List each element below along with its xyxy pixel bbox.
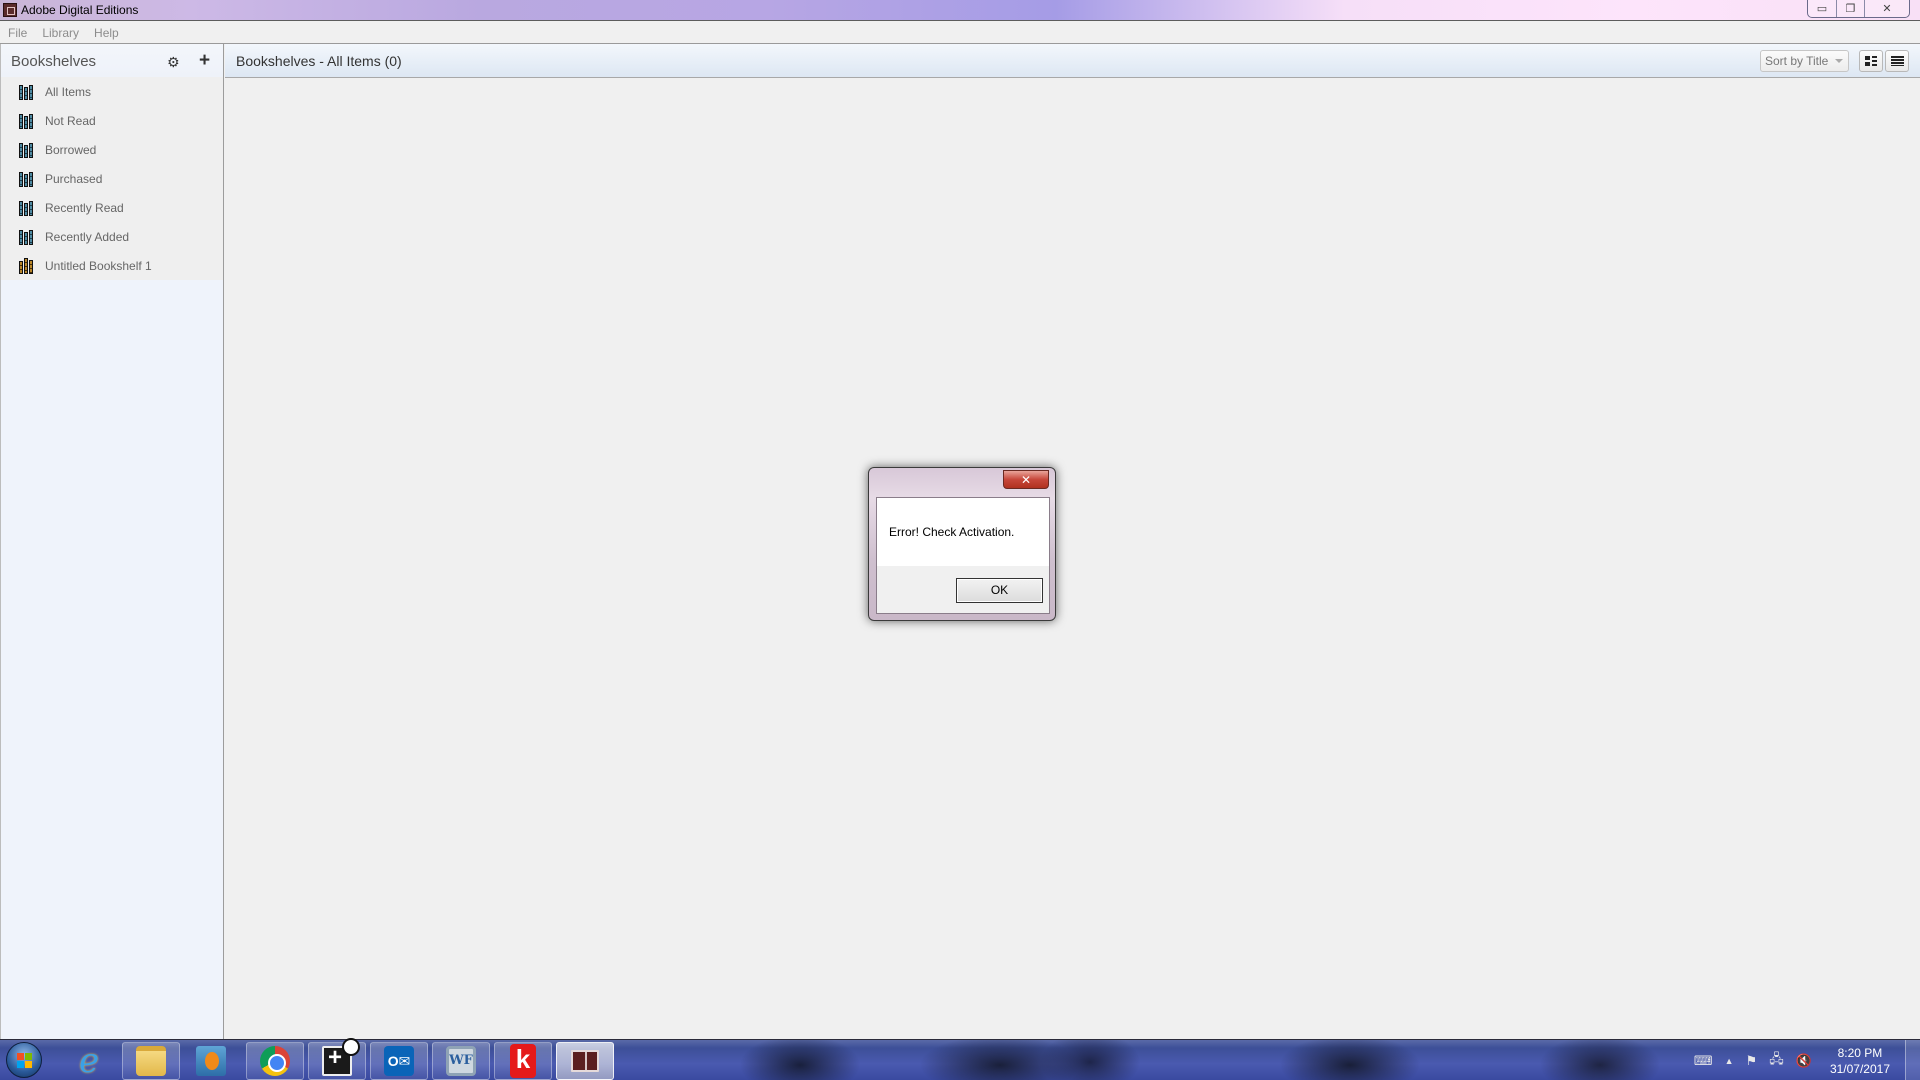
error-dialog: ✕ Error! Check Activation. OK [868, 467, 1056, 621]
ok-button[interactable]: OK [956, 578, 1043, 603]
taskbar: e O✉ WF k ⌨ ▲ ⚑ 🖧 🔇 8:20 PM 31/07/2017 [0, 1038, 1920, 1080]
bookshelf-icon [19, 142, 35, 158]
bookshelf-icon [19, 171, 35, 187]
network-icon[interactable]: 🖧 [1769, 1050, 1784, 1072]
monitor-clock-icon [322, 1038, 360, 1076]
clock[interactable]: 8:20 PM 31/07/2017 [1830, 1045, 1890, 1077]
menu-bar: File Library Help [0, 22, 1920, 44]
k-app-icon: k [510, 1044, 536, 1078]
taskbar-media-player[interactable] [182, 1042, 240, 1080]
chrome-icon [260, 1046, 290, 1076]
sidebar-item-purchased[interactable]: Purchased [1, 164, 223, 193]
sidebar-item-label: All Items [45, 84, 92, 99]
sort-selected-value: Sort by Title [1765, 54, 1829, 68]
keyboard-icon[interactable]: ⌨ [1694, 1053, 1713, 1069]
sidebar-item-untitled-bookshelf-1[interactable]: Untitled Bookshelf 1 [1, 251, 223, 280]
list-view-button[interactable] [1885, 50, 1909, 72]
sidebar-item-label: Not Read [45, 113, 96, 128]
close-window-button[interactable]: ✕ [1864, 0, 1909, 17]
sidebar-item-label: Recently Read [45, 200, 124, 215]
window-title: Adobe Digital Editions [21, 3, 139, 17]
sidebar-header: Bookshelves ⚙ + [1, 44, 223, 77]
media-player-icon [196, 1046, 226, 1076]
minimize-button[interactable]: ▭ [1808, 0, 1836, 17]
sidebar-item-not-read[interactable]: Not Read [1, 106, 223, 135]
taskbar-file-explorer[interactable] [122, 1042, 180, 1080]
bookshelf-icon [19, 84, 35, 100]
thumbnail-view-icon [1865, 56, 1877, 66]
window-controls: ▭ ❐ ✕ [1807, 0, 1910, 18]
bookshelf-list: All Items Not Read Borrowed Purchased Re… [1, 77, 223, 280]
sort-dropdown[interactable]: Sort by Title [1760, 50, 1849, 72]
sidebar-item-label: Recently Added [45, 229, 130, 244]
menu-help[interactable]: Help [94, 26, 119, 40]
sidebar-item-label: Purchased [45, 171, 103, 186]
taskbar-k-app[interactable]: k [494, 1042, 552, 1080]
sidebar-item-recently-read[interactable]: Recently Read [1, 193, 223, 222]
folder-icon [136, 1046, 166, 1076]
sidebar-item-borrowed[interactable]: Borrowed [1, 135, 223, 164]
gear-icon[interactable]: ⚙ [167, 54, 180, 71]
show-desktop-button[interactable] [1905, 1040, 1920, 1080]
library-main: Bookshelves - All Items (0) Sort by Titl… [225, 44, 1920, 1039]
menu-file[interactable]: File [8, 26, 27, 40]
bookshelf-icon [19, 200, 35, 216]
taskbar-remote-monitor[interactable] [308, 1038, 366, 1080]
taskbar-chrome[interactable] [246, 1042, 304, 1080]
sidebar-item-label: Borrowed [45, 142, 97, 157]
taskbar-outlook[interactable]: O✉ [370, 1042, 428, 1080]
dialog-content: Error! Check Activation. [877, 498, 1049, 566]
adobe-digital-editions-icon [571, 1050, 599, 1072]
library-header: Bookshelves - All Items (0) Sort by Titl… [225, 44, 1920, 78]
system-tray: ⌨ ▲ ⚑ 🖧 🔇 8:20 PM 31/07/2017 [1688, 1040, 1890, 1080]
volume-muted-icon[interactable]: 🔇 [1796, 1053, 1812, 1069]
sidebar-item-all-items[interactable]: All Items [1, 77, 223, 106]
thumbnail-view-button[interactable] [1859, 50, 1883, 72]
sidebar: Bookshelves ⚙ + All Items Not Read Borro… [0, 44, 224, 1039]
sidebar-item-label: Untitled Bookshelf 1 [45, 258, 152, 273]
wf-app-icon: WF [446, 1046, 476, 1076]
app-icon [3, 3, 17, 17]
taskbar-wf-app[interactable]: WF [432, 1042, 490, 1080]
action-center-flag-icon[interactable]: ⚑ [1746, 1053, 1758, 1069]
sidebar-item-recently-added[interactable]: Recently Added [1, 222, 223, 251]
clock-date: 31/07/2017 [1829, 1061, 1890, 1076]
add-bookshelf-button[interactable]: + [199, 50, 210, 72]
custom-bookshelf-icon [19, 257, 35, 274]
chevron-down-icon [1835, 59, 1843, 63]
title-bar: Adobe Digital Editions ▭ ❐ ✕ [0, 0, 1920, 21]
clock-time: 8:20 PM [1837, 1045, 1883, 1060]
internet-explorer-icon: e [78, 1041, 100, 1080]
bookshelf-icon [19, 229, 35, 245]
list-view-icon [1890, 56, 1904, 66]
start-button[interactable] [6, 1042, 42, 1078]
menu-library[interactable]: Library [42, 26, 79, 40]
dialog-close-button[interactable]: ✕ [1003, 470, 1049, 489]
page-title: Bookshelves - All Items (0) [236, 53, 402, 69]
taskbar-adobe-digital-editions[interactable] [556, 1042, 614, 1080]
error-message: Error! Check Activation. [889, 525, 1015, 539]
sidebar-title: Bookshelves [11, 53, 97, 70]
restore-button[interactable]: ❐ [1836, 0, 1864, 17]
bookshelf-icon [19, 113, 35, 129]
dialog-body: Error! Check Activation. OK [876, 497, 1050, 614]
show-hidden-icons-button[interactable]: ▲ [1725, 1056, 1734, 1066]
taskbar-internet-explorer[interactable]: e [60, 1042, 118, 1080]
outlook-icon: O✉ [384, 1046, 414, 1076]
